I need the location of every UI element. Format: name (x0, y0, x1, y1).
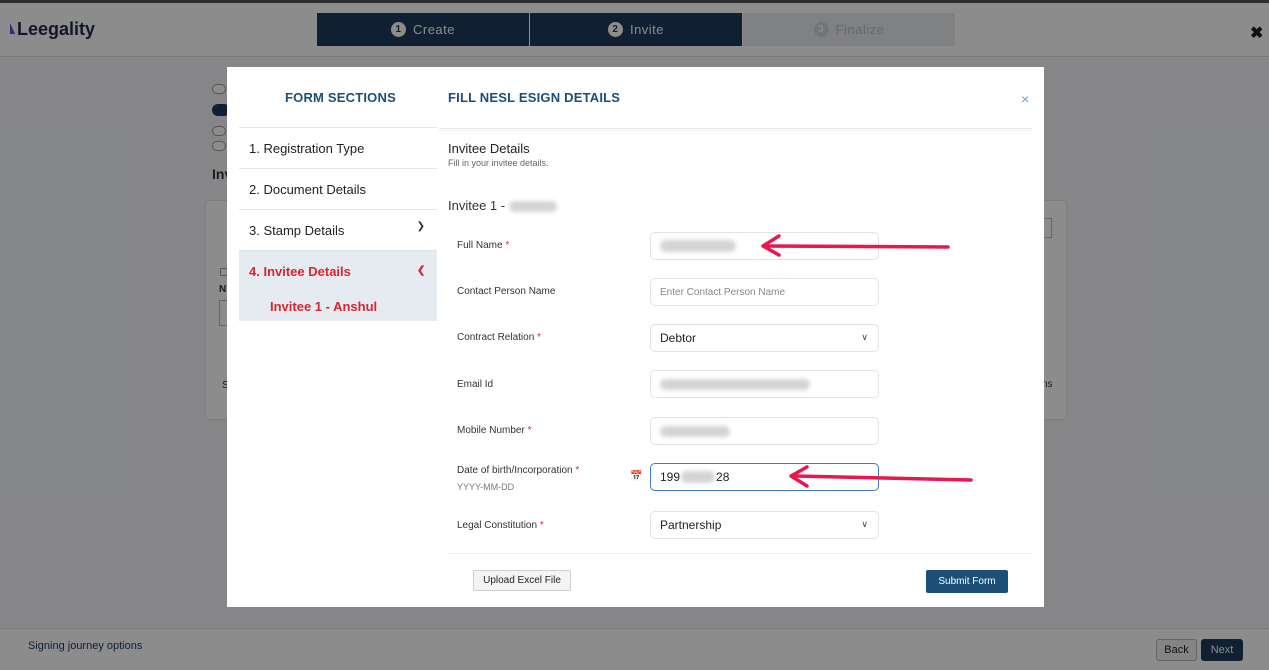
contract-relation-select[interactable]: Debtor ∨ (650, 324, 879, 352)
invitee-details-description: Fill in your invitee details. (448, 158, 549, 168)
legal-constitution-select[interactable]: Partnership ∨ (650, 511, 879, 539)
dob-format-hint: YYYY-MM-DD (457, 482, 515, 492)
divider (448, 553, 1032, 554)
invitee-details-title: Invitee Details (448, 141, 530, 156)
form-sections-list: 1. Registration Type 2. Document Details… (239, 127, 437, 321)
mobile-number-field[interactable] (650, 417, 879, 445)
dob-value-start: 199 (660, 470, 681, 484)
section-label: 2. Document Details (249, 181, 367, 197)
upload-excel-button[interactable]: Upload Excel File (473, 570, 571, 591)
dob-value-end: 28 (716, 470, 730, 484)
annotation-arrow-icon (761, 234, 950, 257)
email-field[interactable] (650, 370, 879, 398)
selected-value: Debtor (660, 331, 697, 345)
chevron-up-icon: ❯ (416, 265, 425, 276)
redacted-value (660, 425, 730, 437)
modal-close-icon[interactable]: × (1021, 91, 1029, 107)
form-title: FILL NESL ESIGN DETAILS (448, 90, 621, 105)
contact-person-label: Contact Person Name (457, 286, 556, 297)
section-label: 4. Invitee Details (249, 263, 351, 279)
chevron-down-icon: ∨ (861, 519, 868, 529)
email-label: Email Id (457, 379, 494, 390)
contact-person-field[interactable]: Enter Contact Person Name (650, 278, 879, 306)
section-invitee-details[interactable]: 4. Invitee Details ❯ (239, 250, 437, 291)
divider (439, 130, 1032, 131)
section-label: 1. Registration Type (249, 140, 365, 156)
invitee-heading-text: Invitee 1 - (448, 198, 506, 213)
redacted-value (681, 471, 716, 483)
mobile-number-label: Mobile Number * (457, 425, 532, 436)
redacted-text (508, 201, 557, 213)
divider (439, 128, 1032, 129)
contract-relation-label: Contract Relation * (457, 332, 541, 343)
chevron-down-icon: ∨ (861, 332, 868, 342)
annotation-arrow-icon (789, 465, 973, 488)
nesl-esign-modal: FORM SECTIONS FILL NESL ESIGN DETAILS × … (227, 67, 1044, 607)
sub-section-invitee-1[interactable]: Invitee 1 - Anshul (239, 291, 437, 321)
calendar-icon[interactable]: 📅 (630, 471, 642, 482)
selected-value: Partnership (660, 518, 722, 532)
form-sections-title: FORM SECTIONS (285, 90, 396, 105)
redacted-value (660, 240, 736, 252)
section-document-details[interactable]: 2. Document Details (239, 168, 437, 209)
dob-label: Date of birth/Incorporation * (457, 465, 580, 476)
redacted-value (660, 378, 810, 390)
section-label: 3. Stamp Details (249, 222, 345, 238)
full-name-label: Full Name * (457, 240, 510, 251)
section-stamp-details[interactable]: 3. Stamp Details ❯ (239, 209, 437, 250)
invitee-heading: Invitee 1 - (448, 198, 557, 213)
submit-form-button[interactable]: Submit Form (926, 570, 1008, 593)
chevron-down-icon: ❯ (416, 221, 425, 232)
section-registration-type[interactable]: 1. Registration Type (239, 127, 437, 168)
legal-constitution-label: Legal Constitution * (457, 520, 544, 531)
